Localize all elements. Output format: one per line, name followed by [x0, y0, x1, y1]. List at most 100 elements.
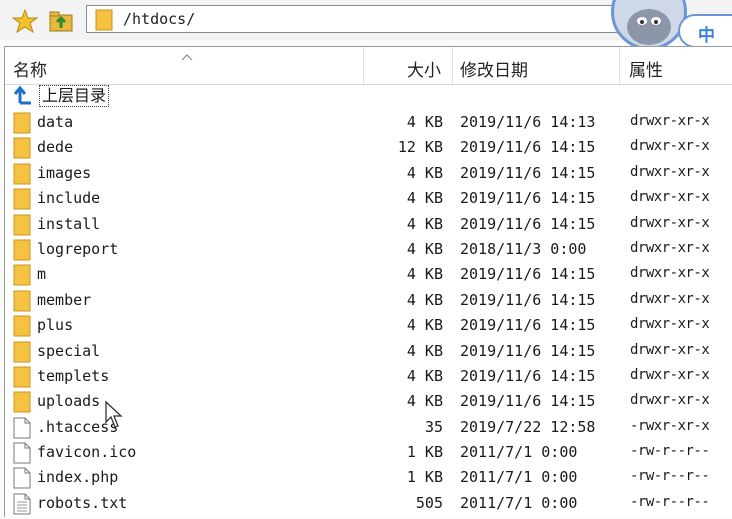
folder-icon: [13, 188, 31, 214]
path-text: /htdocs/: [123, 10, 196, 28]
file-size: 35: [424, 417, 443, 436]
folder-icon: [13, 341, 31, 367]
file-row[interactable]: include 4 KB 2019/11/6 14:15 drwxr-xr-x: [5, 186, 732, 211]
file-row[interactable]: member 4 KB 2019/11/6 14:15 drwxr-xr-x: [5, 288, 732, 313]
path-input[interactable]: /htdocs/: [86, 5, 646, 33]
file-modified-date: 2019/11/6 14:15: [460, 316, 596, 335]
folder-icon: [13, 391, 31, 417]
file-icon: [13, 442, 31, 468]
up-arrow-icon: [13, 85, 35, 109]
file-name: install: [37, 214, 101, 233]
parent-directory-label: 上层目录: [39, 85, 110, 107]
file-modified-date: 2019/11/6 14:15: [460, 366, 596, 385]
folder-icon: [13, 214, 31, 240]
file-row[interactable]: install 4 KB 2019/11/6 14:15 drwxr-xr-x: [5, 212, 732, 237]
file-modified-date: 2019/11/6 14:15: [460, 265, 596, 284]
file-name: include: [37, 189, 101, 208]
file-modified-date: 2019/11/6 14:15: [460, 214, 596, 233]
file-modified-date: 2019/11/6 14:15: [460, 392, 596, 411]
file-row[interactable]: robots.txt 505 2011/7/1 0:00 -rw-r--r--: [5, 491, 732, 516]
column-header-attributes[interactable]: 属性: [629, 56, 663, 81]
sort-ascending-icon: [180, 47, 194, 66]
file-modified-date: 2011/7/1 0:00: [460, 468, 578, 487]
file-modified-date: 2019/11/6 14:15: [460, 138, 596, 157]
folder-icon: [95, 9, 113, 35]
folder-icon: [13, 264, 31, 290]
file-modified-date: 2011/7/1 0:00: [460, 443, 578, 462]
file-row[interactable]: index.php 1 KB 2011/7/1 0:00 -rw-r--r--: [5, 465, 732, 490]
column-header-name[interactable]: 名称: [13, 56, 47, 81]
file-size: 4 KB: [406, 239, 443, 258]
file-size: 505: [415, 493, 443, 512]
file-modified-date: 2019/11/6 14:15: [460, 341, 596, 360]
file-modified-date: 2011/7/1 0:00: [460, 493, 578, 512]
file-permissions: -rw-r--r--: [630, 468, 710, 485]
file-row[interactable]: templets 4 KB 2019/11/6 14:15 drwxr-xr-x: [5, 364, 732, 389]
file-name: images: [37, 163, 92, 182]
column-header-modified[interactable]: 修改日期: [460, 56, 528, 81]
file-name: special: [37, 341, 101, 360]
file-name: m: [37, 265, 47, 284]
file-row[interactable]: m 4 KB 2019/11/6 14:15 drwxr-xr-x: [5, 262, 732, 287]
file-name: data: [37, 113, 74, 131]
file-name: member: [37, 290, 92, 309]
ime-mode-label: 中: [698, 26, 715, 46]
file-name: uploads: [37, 392, 101, 411]
file-size: 4 KB: [406, 113, 443, 131]
file-row[interactable]: special 4 KB 2019/11/6 14:15 drwxr-xr-x: [5, 339, 732, 364]
star-icon[interactable]: [11, 8, 39, 37]
file-icon: [13, 467, 31, 493]
file-name: index.php: [37, 468, 119, 487]
file-modified-date: 2019/7/22 12:58: [460, 417, 596, 436]
file-permissions: drwxr-xr-x: [630, 316, 710, 333]
file-modified-date: 2019/11/6 14:15: [460, 290, 596, 309]
file-row[interactable]: logreport 4 KB 2018/11/3 0:00 drwxr-xr-x: [5, 237, 732, 262]
file-size: 12 KB: [397, 138, 443, 157]
file-row[interactable]: data 4 KB 2019/11/6 14:13 drwxr-xr-x: [5, 110, 732, 135]
file-permissions: drwxr-xr-x: [630, 138, 710, 155]
file-size: 4 KB: [406, 265, 443, 284]
mouse-cursor-icon: [104, 400, 126, 434]
file-row[interactable]: images 4 KB 2019/11/6 14:15 drwxr-xr-x: [5, 161, 732, 186]
file-permissions: drwxr-xr-x: [630, 392, 710, 409]
file-permissions: drwxr-xr-x: [630, 113, 710, 129]
parent-directory-row[interactable]: 上层目录: [9, 85, 709, 107]
file-row[interactable]: dede 12 KB 2019/11/6 14:15 drwxr-xr-x: [5, 135, 732, 160]
file-size: 1 KB: [406, 443, 443, 462]
file-name: favicon.ico: [37, 443, 137, 462]
folder-icon: [13, 315, 31, 341]
file-size: 4 KB: [406, 163, 443, 182]
file-permissions: -rw-r--r--: [630, 493, 710, 510]
file-rows: data 4 KB 2019/11/6 14:13 drwxr-xr-x dede 12 …: [5, 110, 732, 516]
file-size: 4 KB: [406, 392, 443, 411]
file-name: robots.txt: [37, 493, 128, 512]
folder-icon: [13, 366, 31, 392]
ime-mascot-avatar[interactable]: [611, 0, 687, 50]
file-size: 4 KB: [406, 316, 443, 335]
ime-mode-toggle[interactable]: 中: [678, 14, 732, 48]
file-icon: [13, 417, 31, 443]
file-size: 4 KB: [406, 341, 443, 360]
folder-icon: [13, 137, 31, 163]
file-permissions: drwxr-xr-x: [630, 265, 710, 282]
up-folder-icon[interactable]: [48, 9, 74, 37]
file-name: dede: [37, 138, 74, 157]
file-size: 4 KB: [406, 290, 443, 309]
file-permissions: drwxr-xr-x: [630, 214, 710, 231]
column-header-size[interactable]: 大小: [407, 56, 441, 81]
file-row[interactable]: favicon.ico 1 KB 2011/7/1 0:00 -rw-r--r--: [5, 440, 732, 465]
file-permissions: -rw-r--r--: [630, 443, 710, 460]
file-permissions: drwxr-xr-x: [630, 341, 710, 358]
text-file-icon: [13, 493, 31, 519]
file-row[interactable]: plus 4 KB 2019/11/6 14:15 drwxr-xr-x: [5, 313, 732, 338]
file-size: 1 KB: [406, 468, 443, 487]
file-permissions: drwxr-xr-x: [630, 290, 710, 307]
file-permissions: drwxr-xr-x: [630, 239, 710, 256]
file-size: 4 KB: [406, 189, 443, 208]
file-size: 4 KB: [406, 214, 443, 233]
file-name: plus: [37, 316, 74, 335]
file-modified-date: 2019/11/6 14:15: [460, 163, 596, 182]
file-name: templets: [37, 366, 110, 385]
file-modified-date: 2019/11/6 14:13: [460, 113, 596, 131]
file-permissions: -rwxr-xr-x: [630, 417, 710, 434]
